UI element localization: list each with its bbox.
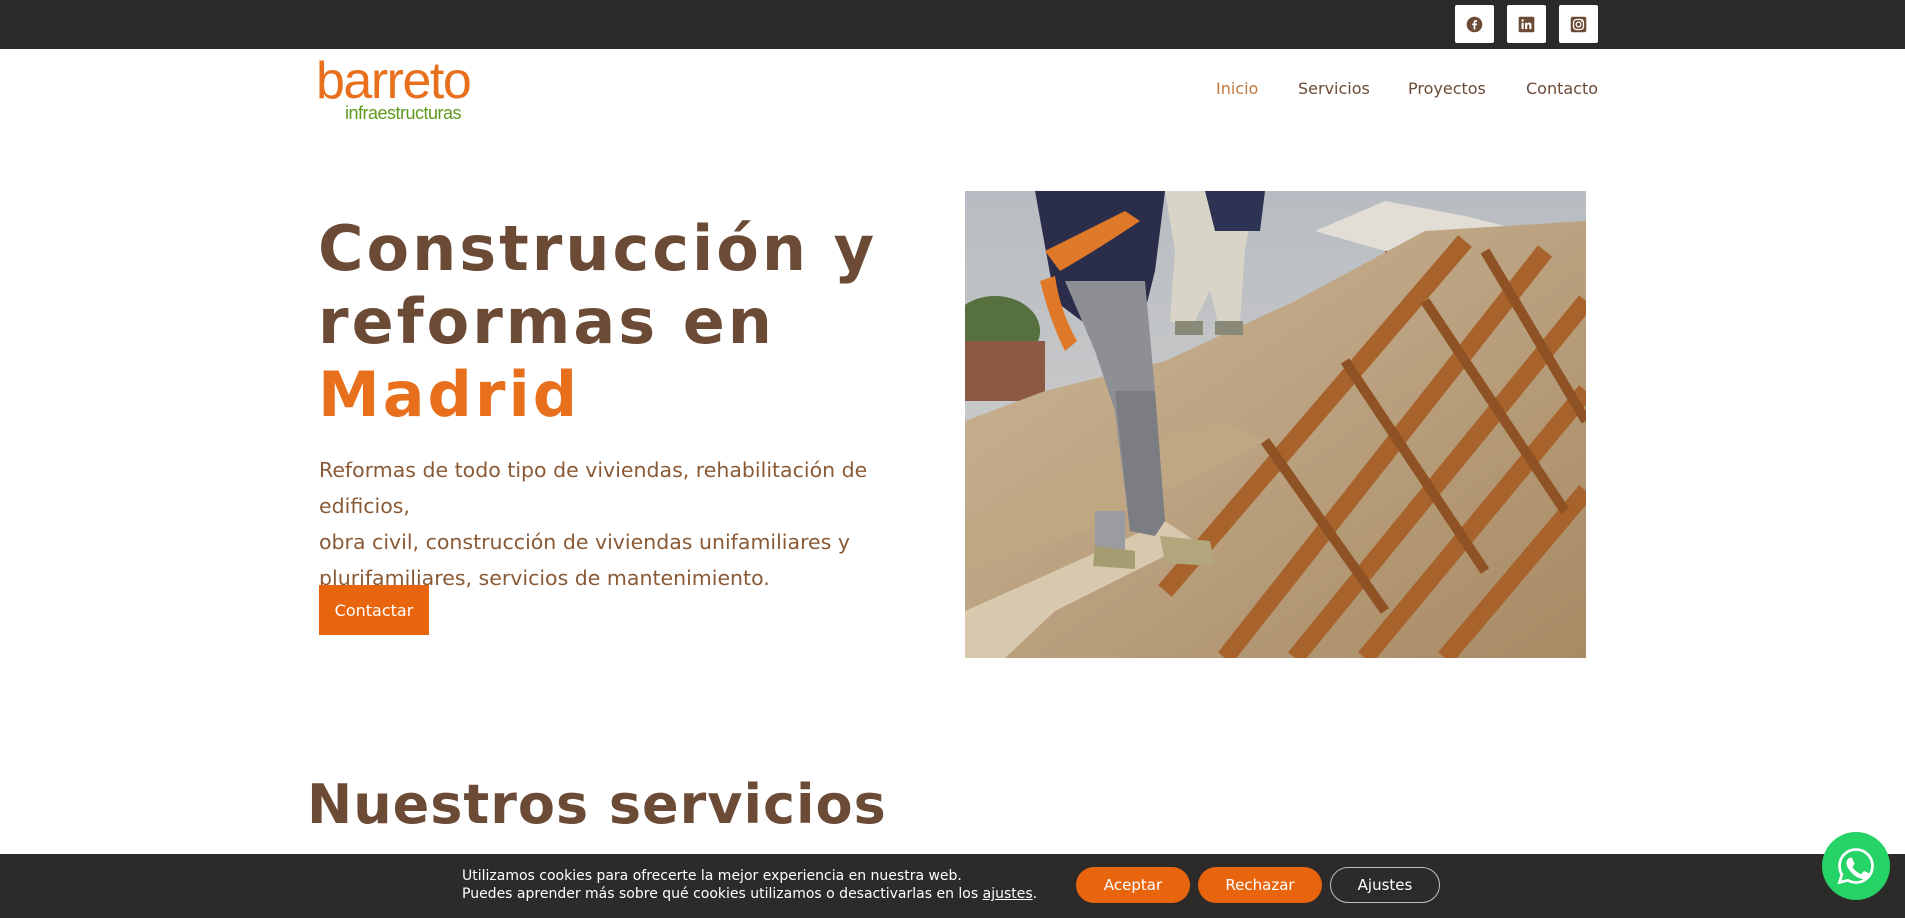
instagram-link[interactable] bbox=[1559, 5, 1598, 43]
facebook-icon bbox=[1466, 16, 1483, 32]
top-bar bbox=[0, 0, 1905, 49]
reject-cookies-button[interactable]: Rechazar bbox=[1198, 867, 1322, 903]
services-title: Nuestros servicios bbox=[307, 773, 887, 836]
whatsapp-button[interactable] bbox=[1822, 832, 1890, 900]
site-header: barreto infraestructuras Inicio Servicio… bbox=[0, 49, 1905, 139]
brand-logo[interactable]: barreto infraestructuras bbox=[316, 52, 491, 125]
hero-title-accent: Madrid bbox=[318, 358, 581, 431]
nav-item-proyectos[interactable]: Proyectos bbox=[1408, 79, 1486, 98]
contact-button[interactable]: Contactar bbox=[319, 585, 429, 635]
accept-cookies-button[interactable]: Aceptar bbox=[1076, 867, 1190, 903]
whatsapp-icon bbox=[1837, 848, 1874, 885]
facebook-link[interactable] bbox=[1455, 5, 1494, 43]
logo-wordmark: barreto bbox=[316, 52, 472, 110]
cookie-message-line2-text: Puedes aprender más sobre qué cookies ut… bbox=[462, 886, 983, 902]
cookie-banner: Utilizamos cookies para ofrecerte la mej… bbox=[0, 854, 1905, 918]
instagram-icon bbox=[1570, 16, 1587, 32]
hero-description: Reformas de todo tipo de viviendas, reha… bbox=[319, 452, 949, 596]
nav-item-inicio[interactable]: Inicio bbox=[1216, 79, 1258, 98]
cookie-settings-link[interactable]: ajustes bbox=[983, 886, 1033, 902]
linkedin-icon bbox=[1518, 16, 1535, 32]
cookie-message: Utilizamos cookies para ofrecerte la mej… bbox=[462, 867, 1037, 903]
cookie-settings-button[interactable]: Ajustes bbox=[1330, 867, 1440, 903]
nav-item-contacto[interactable]: Contacto bbox=[1526, 79, 1598, 98]
hero-image bbox=[965, 191, 1586, 658]
hero-title-line2: reformas en bbox=[318, 285, 775, 358]
nav-item-servicios[interactable]: Servicios bbox=[1298, 79, 1370, 98]
cookie-message-line2: Puedes aprender más sobre qué cookies ut… bbox=[462, 885, 1037, 903]
hero-description-line1: Reformas de todo tipo de viviendas, reha… bbox=[319, 458, 868, 518]
hero-title-line1: Construcción y bbox=[318, 212, 877, 285]
cookie-message-line1: Utilizamos cookies para ofrecerte la mej… bbox=[462, 868, 962, 884]
roof-construction-photo bbox=[965, 191, 1586, 658]
logo-tagline: infraestructuras bbox=[345, 103, 462, 123]
linkedin-link[interactable] bbox=[1507, 5, 1546, 43]
hero-description-line2: obra civil, construcción de viviendas un… bbox=[319, 530, 850, 554]
cookie-message-line2-end: . bbox=[1032, 886, 1038, 902]
hero-title: Construcción y reformas en Madrid bbox=[318, 212, 938, 431]
